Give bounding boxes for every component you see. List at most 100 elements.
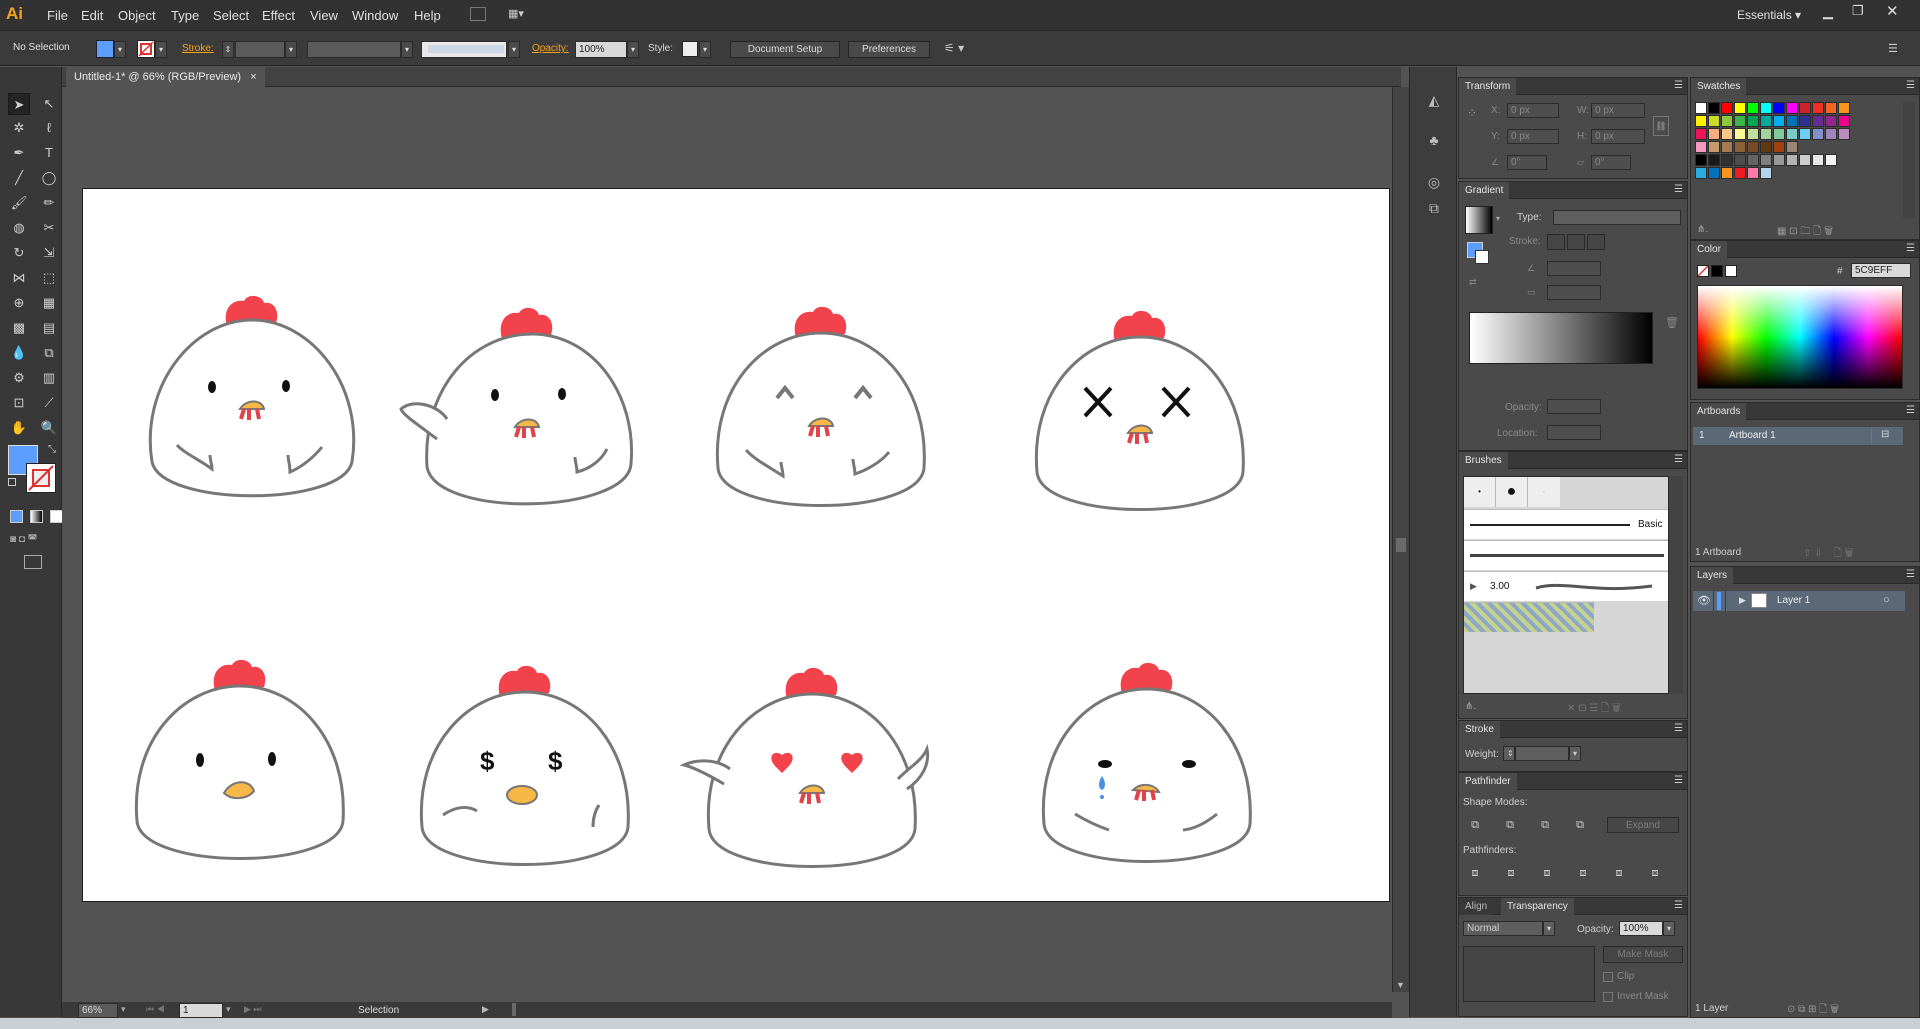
fill-dropdown[interactable]: ▾ xyxy=(114,41,126,58)
layer-actions-icons[interactable]: ⊙ ⧉ ⊞ 🗋 🗑 xyxy=(1787,1002,1839,1019)
swatch-3-7[interactable] xyxy=(1786,141,1798,153)
paintbrush-tool-icon[interactable]: 🖌 xyxy=(8,192,30,214)
swatch-4-4[interactable] xyxy=(1747,154,1759,166)
swatch-2-7[interactable] xyxy=(1786,128,1798,140)
swatch-5-4[interactable] xyxy=(1747,167,1759,179)
swatch-actions-icons[interactable]: ▦ ⊡ 🗀 🗋 🗑 xyxy=(1777,224,1833,241)
swatch-1-11[interactable] xyxy=(1838,115,1850,127)
swatch-1-5[interactable] xyxy=(1760,115,1772,127)
swatch-4-9[interactable] xyxy=(1812,154,1824,166)
chicken-4[interactable] xyxy=(1034,310,1245,511)
mesh-tool-icon[interactable]: ▩ xyxy=(8,317,30,339)
stroke-along-icon[interactable] xyxy=(1567,234,1585,250)
artboard-dropdown-icon[interactable]: ▾ xyxy=(226,1004,231,1015)
y-input[interactable]: 0 px xyxy=(1507,129,1559,144)
swatch-0-0[interactable] xyxy=(1695,102,1707,114)
swatch-1-9[interactable] xyxy=(1812,115,1824,127)
swatch-3-0[interactable] xyxy=(1695,141,1707,153)
minus-front-icon[interactable]: ⧉ xyxy=(1502,817,1518,833)
swatch-1-0[interactable] xyxy=(1695,115,1707,127)
artboard-row[interactable]: 1 Artboard 1 ⊟ xyxy=(1693,427,1903,445)
align-tab[interactable]: Align xyxy=(1459,898,1494,915)
screen-mode-icon[interactable] xyxy=(24,555,42,569)
brush-dot-large-icon[interactable]: ● xyxy=(1496,477,1528,507)
gradient-slider[interactable] xyxy=(1469,312,1653,364)
swatch-1-3[interactable] xyxy=(1734,115,1746,127)
brushes-scrollbar[interactable] xyxy=(1669,476,1683,694)
menu-object[interactable]: Object xyxy=(118,8,156,23)
expand-layer-icon[interactable]: ▶ xyxy=(1739,595,1746,606)
panel-menu-icon[interactable]: ☰ xyxy=(1674,723,1683,734)
swatch-2-3[interactable] xyxy=(1734,128,1746,140)
w-input[interactable]: 0 px xyxy=(1591,103,1645,118)
weight-stepper[interactable]: ⇕ xyxy=(1503,746,1515,761)
direct-selection-tool-icon[interactable]: ↖ xyxy=(38,93,60,115)
next-artboard-icon[interactable]: ▶ ⏭ xyxy=(244,1004,262,1015)
pencil-tool-icon[interactable]: ✏ xyxy=(38,192,60,214)
panel-menu-icon[interactable]: ☰ xyxy=(1906,569,1915,580)
swatch-4-5[interactable] xyxy=(1760,154,1772,166)
shape-builder-tool-icon[interactable]: ⊕ xyxy=(8,292,30,314)
swatch-grid[interactable] xyxy=(1695,102,1901,218)
menu-file[interactable]: File xyxy=(47,8,68,23)
swatch-0-4[interactable] xyxy=(1747,102,1759,114)
crop-icon[interactable]: ⧈ xyxy=(1575,865,1591,881)
make-mask-button[interactable]: Make Mask xyxy=(1603,946,1683,963)
gradient-tab[interactable]: Gradient xyxy=(1459,182,1510,199)
merge-icon[interactable]: ⧈ xyxy=(1539,865,1555,881)
clip-checkbox[interactable] xyxy=(1603,972,1613,982)
swap-colors-icon[interactable]: ⤡ xyxy=(48,444,56,455)
blend-mode-select[interactable]: Normal xyxy=(1463,921,1543,936)
symbols-icon[interactable]: ♣ xyxy=(1425,131,1443,149)
weight-dropdown[interactable]: ▾ xyxy=(1569,746,1581,761)
opacity-input[interactable]: 100% xyxy=(1619,921,1663,936)
swatch-0-1[interactable] xyxy=(1708,102,1720,114)
brush-list[interactable]: • ● · Basic ▶ 3.00 xyxy=(1463,476,1669,694)
swatch-5-0[interactable] xyxy=(1695,167,1707,179)
gradient-preview-swatch[interactable] xyxy=(1465,206,1493,234)
zoom-tool-icon[interactable]: 🔍 xyxy=(38,417,60,439)
swatch-4-7[interactable] xyxy=(1786,154,1798,166)
vertical-scrollbar[interactable]: ▼ xyxy=(1392,87,1409,992)
stop-opacity-input[interactable] xyxy=(1547,399,1601,414)
stop-location-input[interactable] xyxy=(1547,425,1601,440)
gradient-tool-icon[interactable]: ▤ xyxy=(38,317,60,339)
swatch-1-8[interactable] xyxy=(1799,115,1811,127)
chicken-2[interactable] xyxy=(399,307,634,506)
selection-tool-icon[interactable]: ➤ xyxy=(8,93,30,115)
style-dropdown[interactable]: ▾ xyxy=(699,41,711,58)
chicken-7[interactable] xyxy=(679,667,930,868)
divide-icon[interactable]: ⧈ xyxy=(1467,865,1483,881)
layer-name[interactable]: Layer 1 xyxy=(1777,595,1810,606)
arrange-icon[interactable]: ⚟ ▾ xyxy=(944,41,964,55)
control-bar-menu-icon[interactable]: ☰ xyxy=(1888,42,1898,55)
swatches-scrollbar[interactable] xyxy=(1903,102,1915,218)
stroke-color-box[interactable] xyxy=(26,463,56,493)
artboard[interactable]: $ $ xyxy=(82,188,1390,902)
swatch-4-8[interactable] xyxy=(1799,154,1811,166)
panel-menu-icon[interactable]: ☰ xyxy=(1906,243,1915,254)
chicken-1[interactable] xyxy=(148,295,356,498)
swatch-0-2[interactable] xyxy=(1721,102,1733,114)
brush-definition[interactable] xyxy=(421,41,507,58)
type-tool-icon[interactable]: T xyxy=(38,142,60,164)
chicken-8[interactable] xyxy=(1041,662,1252,863)
slice-tool-icon[interactable]: ⟋ xyxy=(38,392,60,414)
swatch-1-2[interactable] xyxy=(1721,115,1733,127)
swatch-0-3[interactable] xyxy=(1734,102,1746,114)
panel-menu-icon[interactable]: ☰ xyxy=(1906,80,1915,91)
variable-width-dropdown[interactable]: ▾ xyxy=(401,41,413,58)
menu-help[interactable]: Help xyxy=(414,8,441,23)
expand-button[interactable]: Expand xyxy=(1607,817,1679,833)
visibility-eye-icon[interactable]: 👁 xyxy=(1697,594,1711,607)
minus-back-icon[interactable]: ⧈ xyxy=(1647,865,1663,881)
swatch-2-0[interactable] xyxy=(1695,128,1707,140)
navigator-icon[interactable]: ◭ xyxy=(1425,91,1443,109)
swatch-2-2[interactable] xyxy=(1721,128,1733,140)
fill-swatch[interactable] xyxy=(96,40,114,58)
close-button[interactable]: ✕ xyxy=(1886,2,1899,20)
swatch-5-3[interactable] xyxy=(1734,167,1746,179)
swatch-0-11[interactable] xyxy=(1838,102,1850,114)
shear-input[interactable]: 0° xyxy=(1591,155,1631,170)
panel-menu-icon[interactable]: ☰ xyxy=(1674,454,1683,465)
